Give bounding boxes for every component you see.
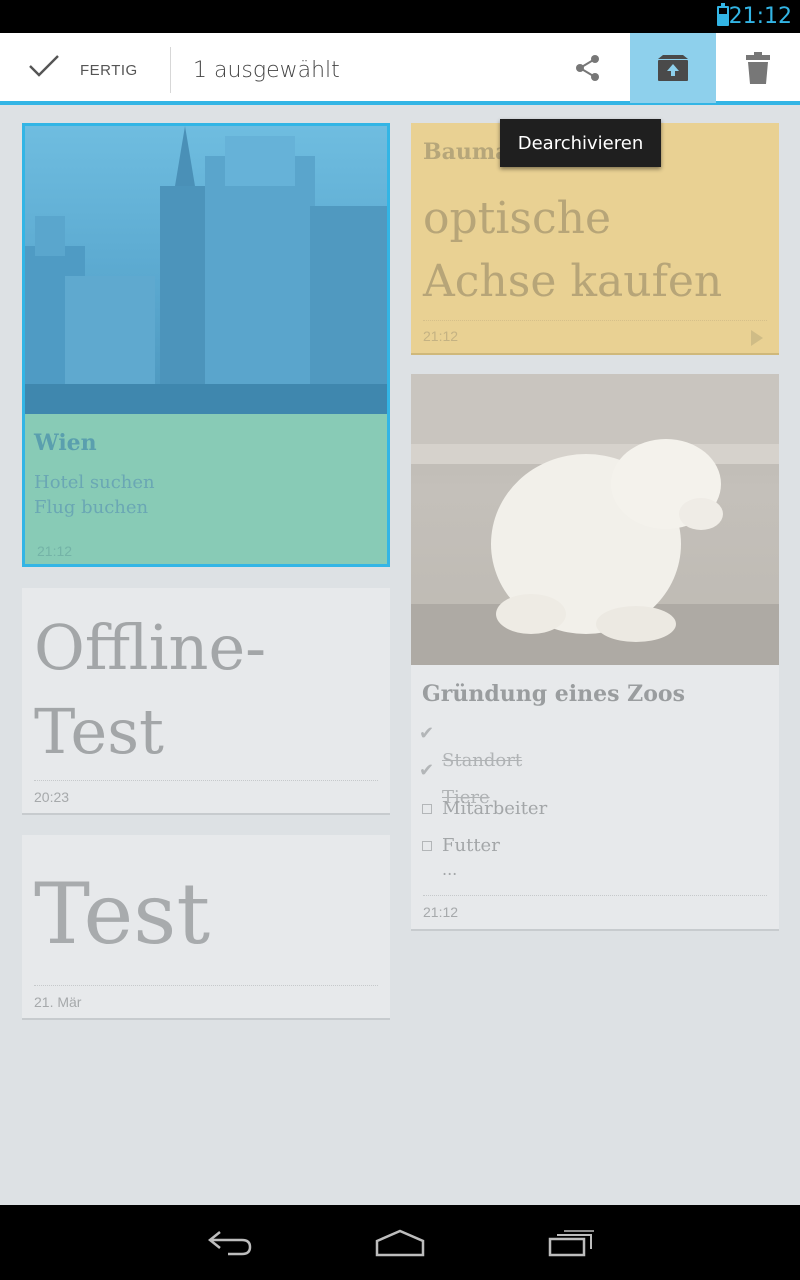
- checked-icon[interactable]: ✔: [419, 723, 434, 744]
- checkbox-icon[interactable]: [422, 841, 432, 851]
- unarchive-tooltip: Dearchivieren: [500, 119, 661, 167]
- back-icon: [207, 1230, 252, 1255]
- unarchive-icon: [658, 55, 688, 81]
- action-bar-divider: [170, 47, 171, 93]
- note-title: Gründung eines Zoos: [422, 681, 685, 707]
- note-card-wien[interactable]: Wien Hotel suchen Flug buchen 21:12: [22, 123, 390, 567]
- note-timestamp: 20:23: [34, 789, 70, 805]
- battery-icon: [717, 3, 729, 26]
- note-image-city: [25, 126, 387, 414]
- status-bar: 21:12: [0, 0, 800, 33]
- note-body-line: optische: [423, 193, 612, 244]
- done-button[interactable]: FERTIG: [0, 33, 170, 105]
- checklist-more: ...: [442, 860, 458, 879]
- note-body: Test: [34, 865, 211, 963]
- unarchive-button[interactable]: [630, 33, 716, 103]
- note-line: Hotel suchen: [34, 472, 155, 493]
- note-body-line: Offline-: [34, 611, 267, 684]
- note-separator: [34, 780, 378, 781]
- share-button[interactable]: [545, 33, 631, 103]
- note-card-zoo[interactable]: Gründung eines Zoos ✔ Standort ✔ Tiere M…: [411, 374, 779, 931]
- note-title: Bauma: [423, 139, 510, 165]
- note-separator: [34, 985, 378, 986]
- navigation-bar: [0, 1205, 800, 1280]
- note-body: Offline- Test: [34, 606, 266, 774]
- note-timestamp: 21:12: [423, 904, 459, 920]
- note-timestamp: 21. Mär: [34, 994, 82, 1010]
- share-icon: [576, 55, 599, 81]
- check-icon: [29, 55, 59, 77]
- note-separator: [423, 895, 767, 896]
- checked-icon[interactable]: ✔: [419, 760, 434, 781]
- trash-icon: [746, 52, 770, 84]
- checklist-item: Mitarbeiter: [442, 798, 548, 819]
- back-button[interactable]: [170, 1205, 290, 1280]
- note-body: optische Achse kaufen: [423, 187, 722, 313]
- done-label: FERTIG: [80, 62, 138, 79]
- contextual-action-bar: FERTIG 1 ausgewählt: [0, 33, 800, 105]
- note-timestamp: 21:12: [37, 543, 73, 559]
- delete-button[interactable]: [715, 33, 800, 103]
- note-card-test[interactable]: Test 21. Mär: [22, 835, 390, 1020]
- home-button[interactable]: [340, 1205, 460, 1280]
- checklist-item: Tiere: [442, 786, 490, 808]
- note-title: Wien: [34, 430, 97, 456]
- checklist-item: Futter: [442, 835, 500, 856]
- recent-apps-icon: [548, 1229, 594, 1256]
- home-icon: [375, 1229, 425, 1256]
- note-image-polar-bear: [411, 374, 779, 665]
- note-separator: [423, 320, 767, 321]
- status-clock: 21:12: [728, 4, 792, 29]
- note-line: Flug buchen: [34, 497, 149, 518]
- recent-apps-button[interactable]: [511, 1205, 631, 1280]
- selection-count: 1 ausgewählt: [193, 58, 340, 83]
- note-body-line: Achse kaufen: [423, 256, 723, 307]
- note-card-offline-test[interactable]: Offline- Test 20:23: [22, 588, 390, 815]
- note-body-line: Test: [34, 695, 164, 768]
- note-timestamp: 21:12: [423, 328, 459, 344]
- play-icon[interactable]: [751, 330, 763, 346]
- checkbox-icon[interactable]: [422, 804, 432, 814]
